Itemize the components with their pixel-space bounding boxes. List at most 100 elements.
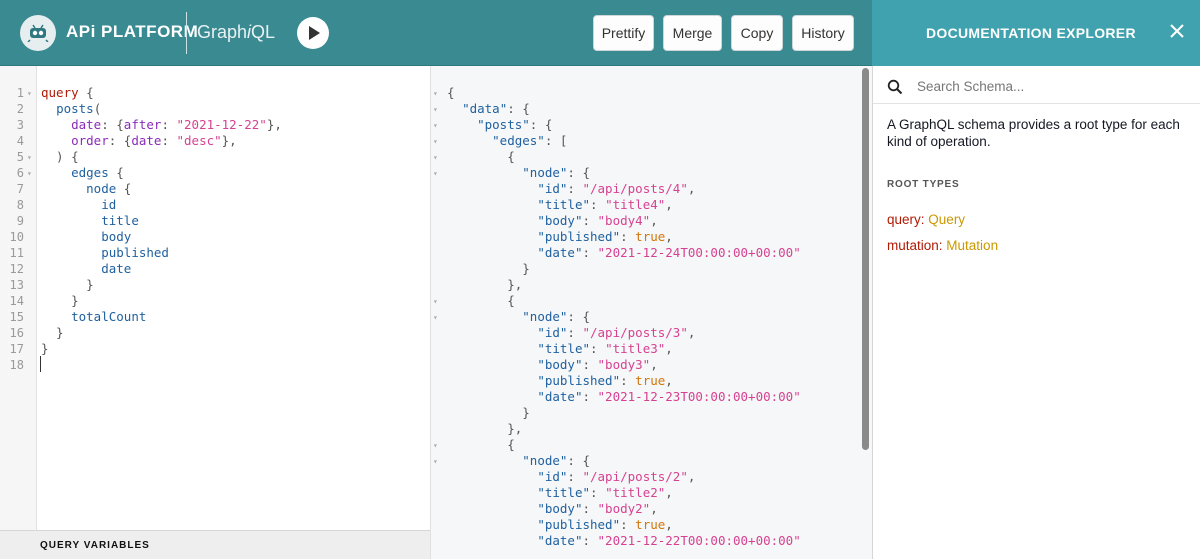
history-button[interactable]: History [792,15,854,51]
code-line[interactable]: title [41,213,139,229]
code-token: : [161,117,177,132]
code-line: { [447,437,515,453]
schema-search-input[interactable] [917,74,1187,98]
fold-arrow-icon[interactable]: ▾ [433,134,438,150]
code-line: }, [447,277,522,293]
fold-arrow-icon[interactable]: ▾ [433,118,438,134]
code-token: : [620,373,636,388]
code-line[interactable]: date [41,261,131,277]
code-line[interactable]: } [41,325,64,341]
code-line[interactable]: id [41,197,116,213]
code-token: : [590,341,606,356]
code-line[interactable]: } [41,341,49,357]
run-query-button[interactable] [297,17,329,49]
code-line: "title": "title4", [447,197,673,213]
code-line[interactable]: date: {after: "2021-12-22"}, [41,117,282,133]
query-variables-bar[interactable]: QUERY VARIABLES [0,530,430,559]
line-number: 5 [16,150,24,164]
run-icon [309,26,320,40]
code-token: "desc" [176,133,222,148]
code-line: "body": "body2", [447,501,657,517]
code-token: : [567,469,583,484]
doc-explorer-title: DOCUMENTATION EXPLORER [926,25,1136,41]
fold-arrow-icon[interactable]: ▾ [27,150,32,166]
code-line[interactable]: published [41,245,169,261]
code-token: : [ [544,133,568,148]
root-type-link[interactable]: Mutation [946,238,998,253]
code-line[interactable]: } [41,277,94,293]
code-token: "2021-12-24T00:00:00+00:00" [597,245,801,260]
code-line[interactable]: totalCount [41,309,146,325]
code-line: "id": "/api/posts/4", [447,181,695,197]
fold-arrow-icon[interactable]: ▾ [433,438,438,454]
code-token: : [590,485,606,500]
code-line[interactable]: body [41,229,131,245]
code-token: : { [108,133,132,148]
code-token: "/api/posts/4" [582,181,688,196]
code-token: }, [266,117,282,132]
fold-arrow-icon[interactable]: ▾ [433,102,438,118]
code-line[interactable]: edges { [41,165,124,181]
doc-explorer-header: DOCUMENTATION EXPLORER [872,0,1200,66]
prettify-button[interactable]: Prettify [593,15,654,51]
copy-button[interactable]: Copy [731,15,783,51]
code-line: "id": "/api/posts/2", [447,469,695,485]
code-token: "body2" [597,501,651,516]
code-line: { [447,149,515,165]
code-token: "published" [537,229,621,244]
merge-button[interactable]: Merge [663,15,722,51]
code-line[interactable]: ) { [41,149,79,165]
code-token: "body" [537,357,583,372]
code-token: , [665,229,673,244]
code-token: { [108,165,124,180]
code-token: date [71,117,102,132]
code-token: order [71,133,109,148]
fold-arrow-icon[interactable]: ▾ [433,86,438,102]
code-token: "edges" [492,133,545,148]
code-token: , [665,197,673,212]
root-type-link[interactable]: Query [928,212,965,227]
fold-arrow-icon[interactable]: ▾ [433,150,438,166]
text-cursor [40,356,41,372]
fold-arrow-icon[interactable]: ▾ [27,166,32,182]
fold-arrow-icon[interactable]: ▾ [433,294,438,310]
root-type-field: query [887,212,921,227]
code-token: } [447,261,530,276]
schema-search [873,66,1200,104]
result-scrollbar[interactable] [862,68,869,450]
code-token: "published" [537,517,621,532]
line-number: 3 [16,118,24,132]
code-line[interactable]: order: {date: "desc"}, [41,133,237,149]
close-icon[interactable] [1168,22,1186,40]
code-token: body [101,229,132,244]
code-token: }, [221,133,237,148]
code-line: "data": { [447,101,530,117]
code-token: "/api/posts/3" [582,325,688,340]
code-line[interactable]: } [41,293,79,309]
code-token: : [161,133,177,148]
line-number: 2 [16,102,24,116]
code-line[interactable]: query { [41,85,94,101]
code-token: "id" [537,181,568,196]
code-line: "id": "/api/posts/3", [447,325,695,341]
doc-explorer: A GraphQL schema provides a root type fo… [872,66,1200,559]
fold-arrow-icon[interactable]: ▾ [433,310,438,326]
code-token: posts [56,101,94,116]
code-token: : [620,229,636,244]
fold-arrow-icon[interactable]: ▾ [27,86,32,102]
brand-divider [186,12,187,54]
fold-arrow-icon[interactable]: ▾ [433,454,438,470]
code-line: "published": true, [447,517,673,533]
fold-arrow-icon[interactable]: ▾ [433,166,438,182]
code-token: date [131,133,162,148]
code-line: "body": "body4", [447,213,657,229]
code-token: { [447,293,515,308]
code-line[interactable]: posts( [41,101,101,117]
code-token: "title4" [605,197,666,212]
code-line[interactable]: node { [41,181,131,197]
